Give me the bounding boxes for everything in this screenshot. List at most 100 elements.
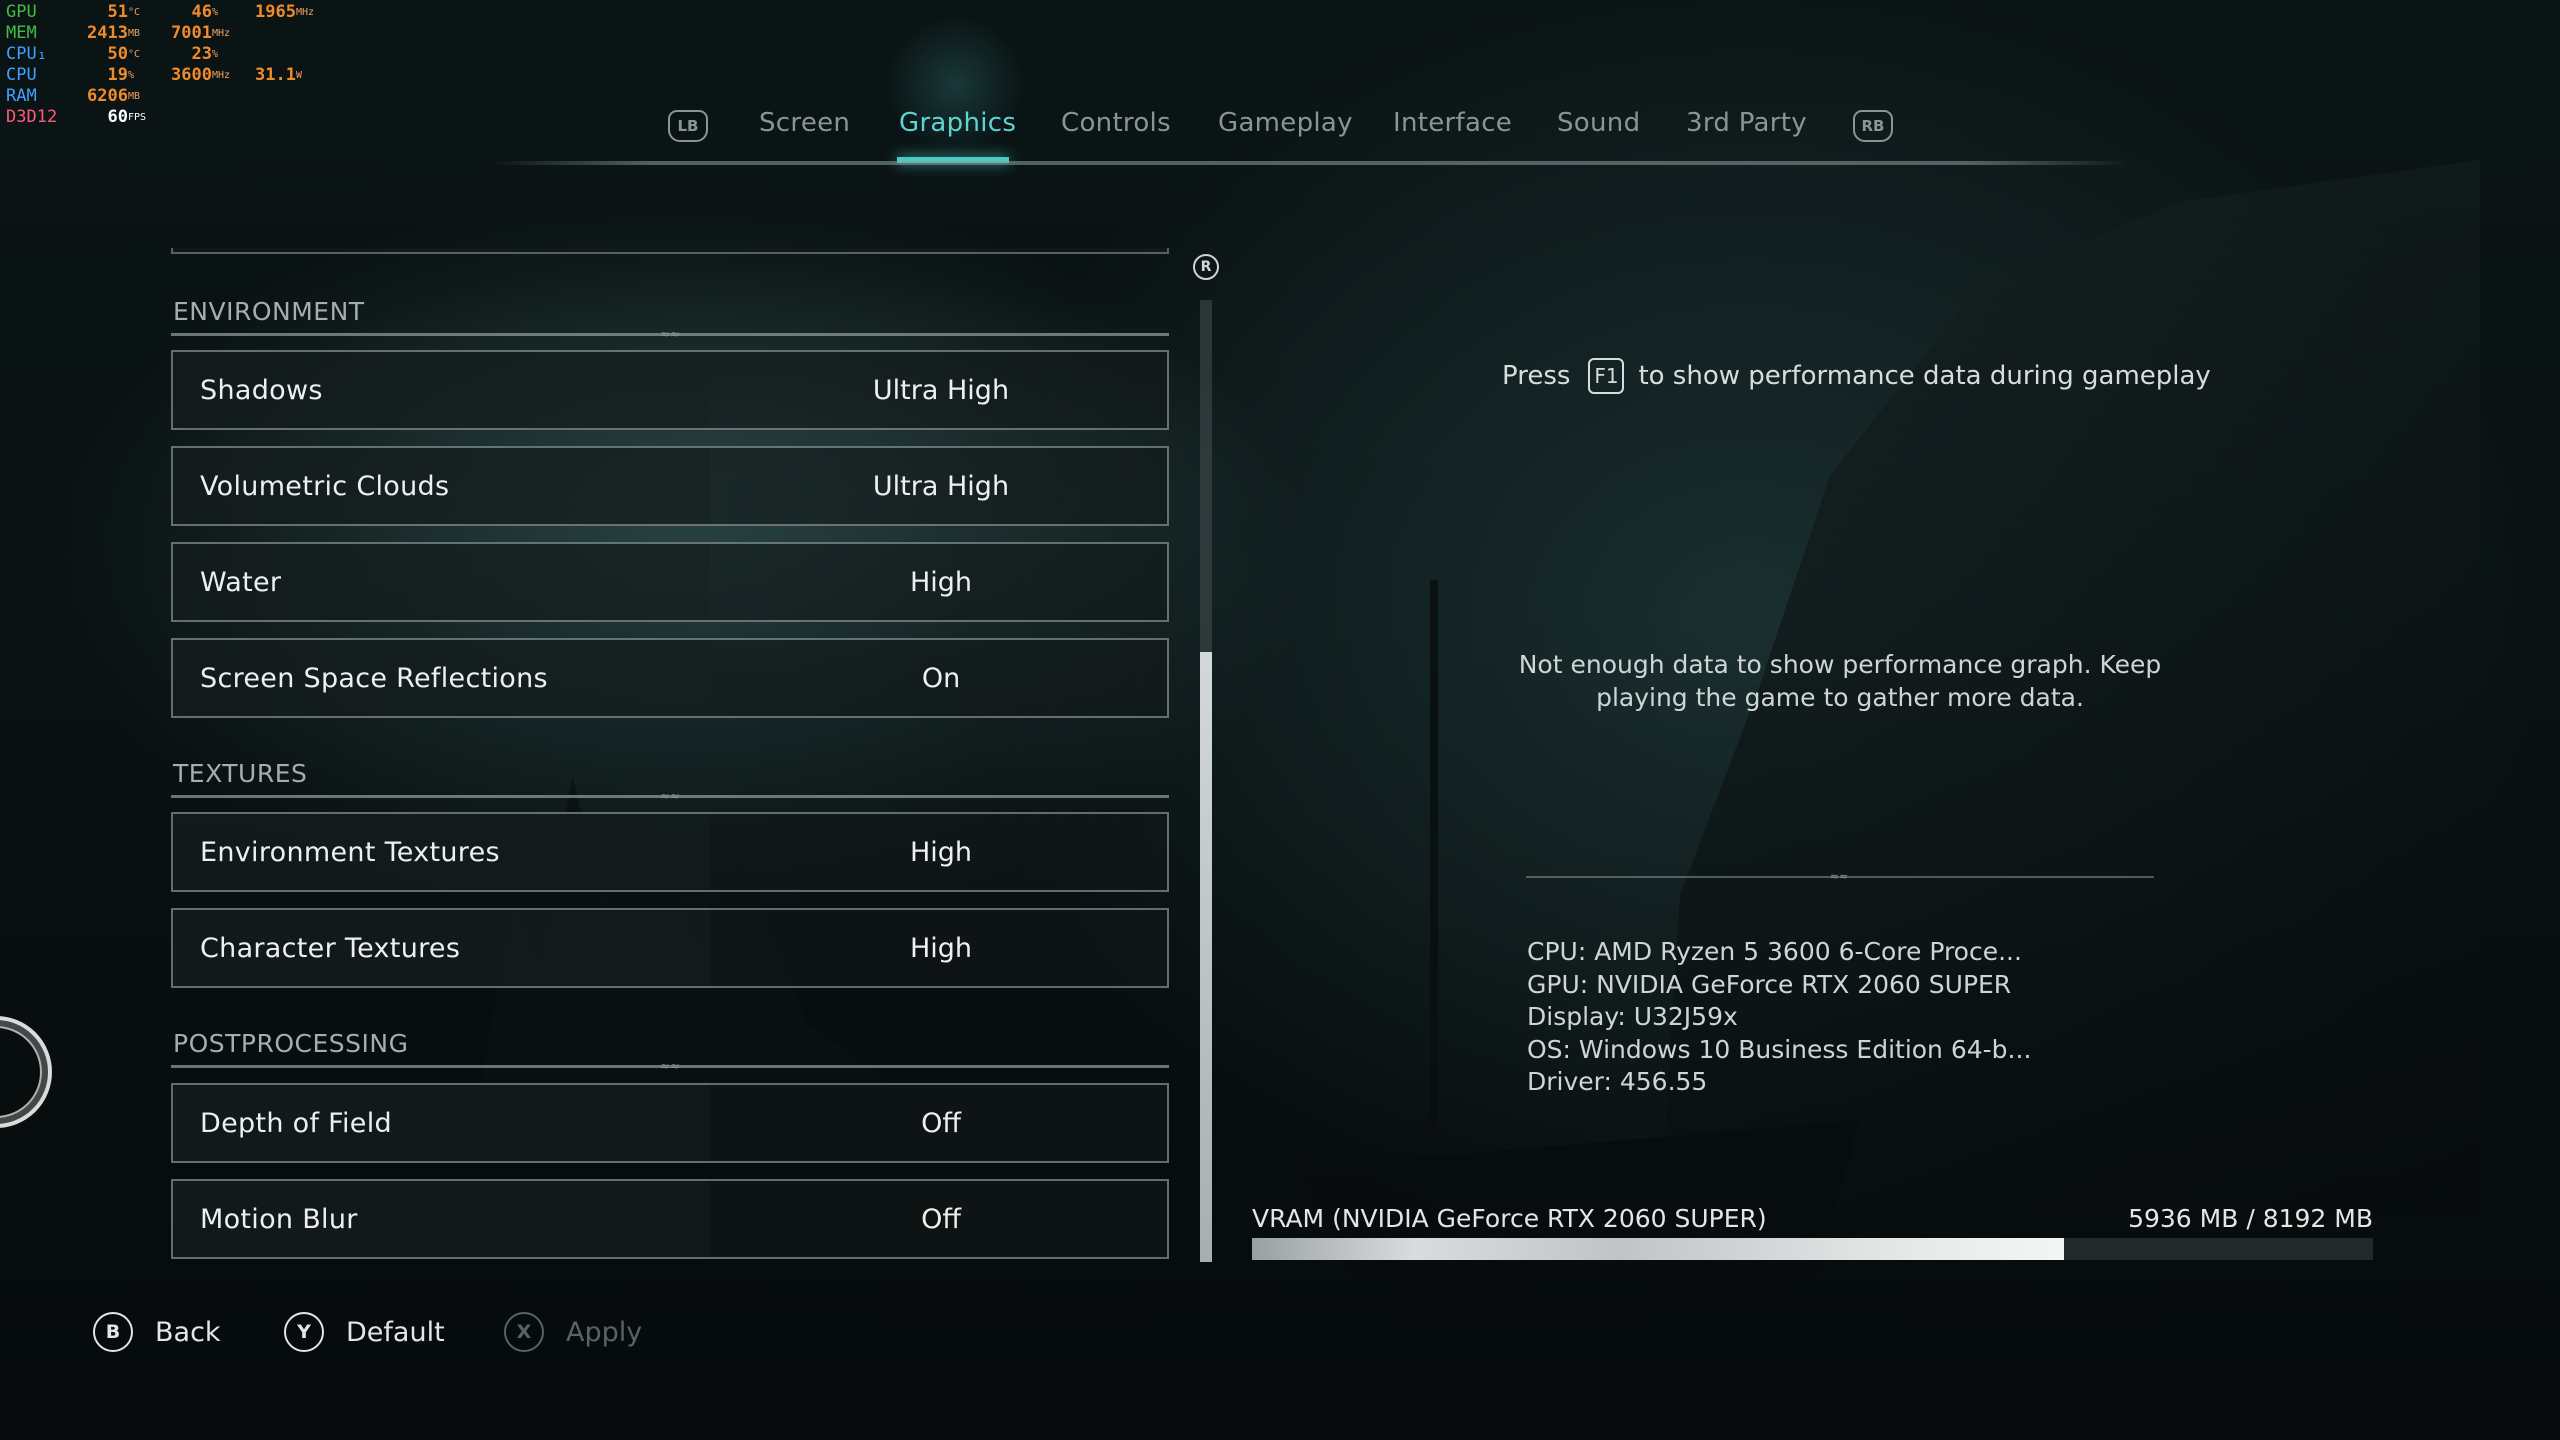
hud-label: CPU (6, 65, 37, 85)
hud-unit: MHz (212, 70, 231, 81)
setting-row-volumetric-clouds[interactable]: Volumetric Clouds Ultra High (171, 446, 1169, 526)
setting-label: Volumetric Clouds (200, 470, 450, 502)
setting-value: Ultra High (872, 374, 1010, 406)
hud-row-mem: MEM 2413 MB 7001 MHz (6, 23, 324, 44)
hud-value: 31.1 (255, 65, 296, 85)
hud-value: 51 (107, 2, 128, 22)
vram-usage-bar (1252, 1238, 2373, 1260)
setting-label: Shadows (200, 374, 323, 406)
hud-unit: MB (128, 91, 141, 102)
setting-row-motion-blur[interactable]: Motion Blur Off (171, 1179, 1169, 1259)
right-stick-key: R (1193, 254, 1219, 280)
lb-bumper-icon[interactable]: LB (668, 110, 708, 142)
hint-suffix: to show performance data during gameplay (1638, 361, 2211, 391)
tab-bar-divider (490, 161, 2130, 165)
right-stick-scroll-icon: R (1191, 248, 1221, 286)
vram-usage-fill (1252, 1238, 2065, 1260)
hud-unit: % (212, 7, 219, 18)
setting-label: Screen Space Reflections (200, 662, 548, 694)
setting-row-screen-space-reflections[interactable]: Screen Space Reflections On (171, 638, 1169, 718)
apply-button[interactable]: X Apply (504, 1312, 642, 1352)
system-info-gpu: GPU: NVIDIA GeForce RTX 2060 SUPER (1527, 969, 2012, 999)
setting-value: High (909, 932, 973, 964)
tab-screen[interactable]: Screen (759, 108, 850, 138)
setting-row-water[interactable]: Water High (171, 542, 1169, 622)
system-info: CPU: AMD Ryzen 5 3600 6-Core Proce... GP… (1527, 936, 2031, 1099)
hud-unit: W (296, 70, 303, 81)
tab-controls[interactable]: Controls (1061, 108, 1171, 138)
hud-row-cpu: CPU 19% 3600 MHz 31.1 W (6, 65, 324, 86)
setting-label: Depth of Field (200, 1107, 392, 1139)
hud-label: RAM (6, 86, 37, 106)
system-info-display: Display: U32J59x (1527, 1002, 1738, 1031)
tab-3rd-party[interactable]: 3rd Party (1686, 108, 1807, 138)
knot-ornament-icon: ≈≈ (659, 1059, 681, 1073)
hud-unit: MB (128, 28, 141, 39)
setting-value: Off (921, 1203, 961, 1235)
hud-unit: MHz (296, 7, 315, 18)
f1-hint: Press F1 to show performance data during… (1502, 358, 2211, 394)
x-button-icon: X (504, 1312, 544, 1352)
vram-label: VRAM (NVIDIA GeForce RTX 2060 SUPER) (1252, 1204, 1767, 1233)
setting-label: Character Textures (200, 932, 461, 964)
scrollbar-thumb[interactable] (1200, 652, 1212, 1262)
hud-unit: % (128, 70, 135, 81)
knot-ornament-icon: ≈≈ (1829, 870, 1849, 883)
system-info-cpu: CPU: AMD Ryzen 5 3600 6-Core Proce... (1527, 937, 2022, 966)
hud-value: 2413 (87, 23, 128, 43)
performance-hud-overlay: GPU 51 °C 46% 1965 MHz MEM 2413 MB 7001 MHz … (6, 2, 324, 128)
background-ship-mast (1430, 580, 1438, 1220)
hud-value: 46 (191, 2, 212, 22)
system-info-driver: Driver: 456.55 (1527, 1067, 1708, 1096)
setting-value: Off (921, 1107, 961, 1139)
rb-bumper-icon[interactable]: RB (1853, 110, 1893, 142)
back-button[interactable]: B Back (93, 1312, 221, 1352)
section-header-environment: ENVIRONMENT (173, 297, 365, 326)
setting-row-shadows[interactable]: Shadows Ultra High (171, 350, 1169, 430)
tab-gameplay[interactable]: Gameplay (1218, 108, 1353, 138)
b-button-icon: B (93, 1312, 133, 1352)
setting-label: Motion Blur (200, 1203, 358, 1235)
performance-graph-message: Not enough data to show performance grap… (1518, 650, 2162, 712)
hud-row-cpu-temp: CPU₁ 50 °C 23% (6, 44, 324, 65)
hud-row-fps: D3D12 60 FPS (6, 107, 324, 128)
section-header-textures: TEXTURES (173, 759, 308, 788)
setting-value: High (909, 836, 973, 868)
tab-interface[interactable]: Interface (1393, 108, 1512, 138)
section-header-postprocessing: POSTPROCESSING (173, 1029, 409, 1058)
setting-row-character-textures[interactable]: Character Textures High (171, 908, 1169, 988)
hud-label: CPU₁ (6, 44, 47, 64)
hud-unit: % (212, 49, 219, 60)
hud-row-ram: RAM 6206 MB (6, 86, 324, 107)
hud-value: 19 (107, 65, 128, 85)
knot-ornament-icon: ≈≈ (659, 789, 681, 803)
default-label: Default (346, 1316, 445, 1348)
f1-key-icon: F1 (1588, 358, 1625, 394)
setting-row-environment-textures[interactable]: Environment Textures High (171, 812, 1169, 892)
hud-label: GPU (6, 2, 37, 22)
setting-row-depth-of-field[interactable]: Depth of Field Off (171, 1083, 1169, 1163)
hud-value: 1965 (255, 2, 296, 22)
back-label: Back (155, 1316, 221, 1348)
hud-unit: MHz (212, 28, 231, 39)
tab-graphics[interactable]: Graphics (899, 108, 1016, 138)
vram-value: 5936 MB / 8192 MB (2128, 1204, 2373, 1233)
hud-label: MEM (6, 23, 37, 43)
setting-label: Environment Textures (200, 836, 500, 868)
tab-sound[interactable]: Sound (1557, 108, 1640, 138)
default-button[interactable]: Y Default (284, 1312, 445, 1352)
hud-value: 7001 (171, 23, 212, 43)
setting-label: Water (200, 566, 282, 598)
hud-value: 50 (107, 44, 128, 64)
hud-unit: FPS (128, 112, 147, 123)
setting-value: Ultra High (872, 470, 1010, 502)
y-button-icon: Y (284, 1312, 324, 1352)
knot-ornament-icon: ≈≈ (659, 327, 681, 341)
hud-unit: °C (128, 49, 141, 60)
previous-row-edge (171, 248, 1169, 254)
hud-unit: °C (128, 7, 141, 18)
hint-prefix: Press (1502, 361, 1571, 391)
hud-value: 60 (107, 107, 128, 127)
setting-value: On (921, 662, 961, 694)
hud-value: 3600 (171, 65, 212, 85)
